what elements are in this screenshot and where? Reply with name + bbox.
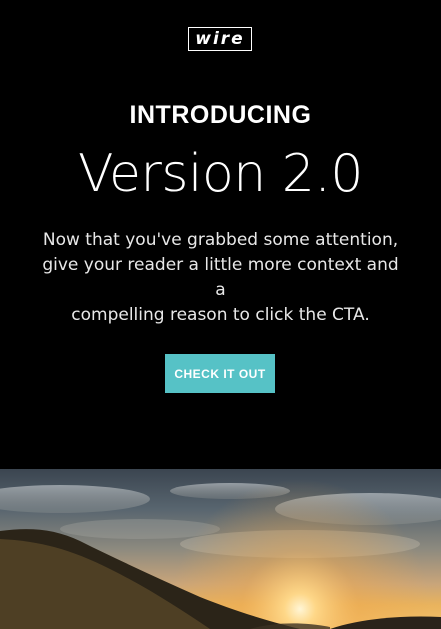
body-line: give your reader a little more context a… (42, 255, 399, 300)
body-line: compelling reason to click the CTA. (71, 305, 370, 325)
logo-text: wire (195, 28, 245, 49)
body-line: Now that you've grabbed some attention, (42, 230, 399, 250)
sunset-scene-icon (0, 469, 441, 629)
page-title: Version 2.0 (78, 144, 363, 204)
sunset-hills-image (0, 469, 441, 629)
wire-logo[interactable]: wire (188, 27, 252, 51)
check-it-out-button[interactable]: CHECK IT OUT (165, 354, 275, 393)
hero-section: wire INTRODUCING Version 2.0 Now that yo… (0, 0, 441, 469)
body-copy: Now that you've grabbed some attention, … (36, 228, 405, 328)
eyebrow-heading: INTRODUCING (129, 101, 312, 129)
